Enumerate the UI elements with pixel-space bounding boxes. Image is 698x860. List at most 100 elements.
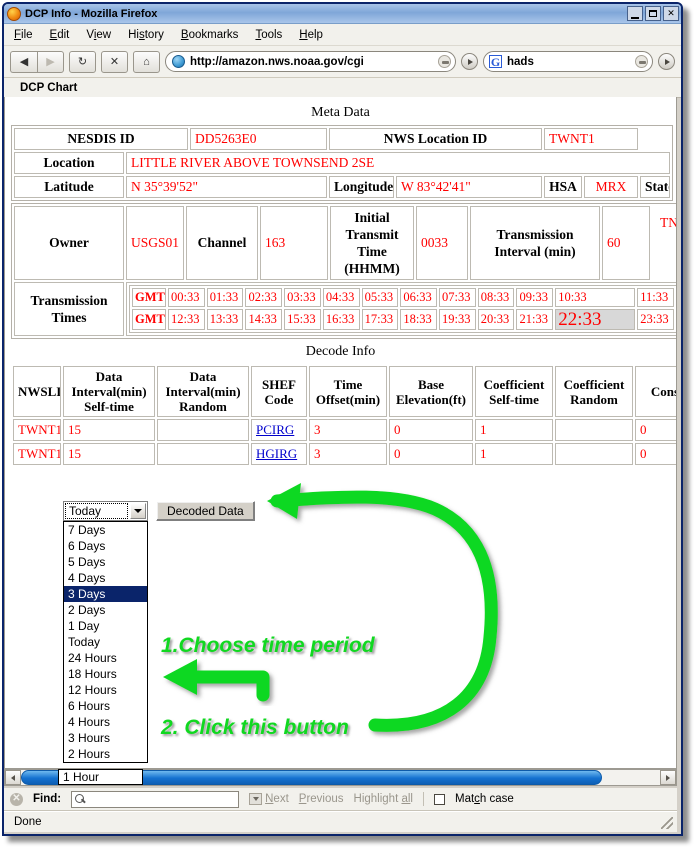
tx-time: 20:33 (477, 309, 515, 330)
dropdown-option[interactable]: 2 Days (64, 602, 147, 618)
longitude-value: W 83°42'41" (396, 176, 543, 198)
close-button[interactable]: ✕ (663, 6, 679, 21)
time-period-dropdown-list[interactable]: 7 Days 6 Days 5 Days 4 Days 3 Days 2 Day… (63, 521, 148, 763)
tx-time: 23:33 (637, 309, 674, 330)
reload-icon[interactable]: ↻ (69, 50, 96, 73)
nesdis-id-value: DD5263E0 (190, 128, 327, 150)
scroll-left-icon[interactable] (5, 770, 21, 785)
search-engine-dropdown-icon[interactable] (635, 55, 648, 68)
menu-item-history[interactable]: History (128, 29, 164, 41)
decoded-data-button[interactable]: Decoded Data (156, 501, 255, 521)
tx-time: 15:33 (284, 309, 321, 330)
tx-time: 07:33 (439, 288, 476, 307)
search-go-button[interactable] (658, 53, 675, 70)
match-case-checkbox[interactable] (433, 793, 445, 805)
tx-time: 03:33 (284, 288, 321, 307)
dropdown-option[interactable]: 24 Hours (64, 650, 147, 666)
dropdown-option[interactable]: 7 Days (64, 522, 147, 538)
dropdown-option[interactable]: 12 Hours (64, 682, 147, 698)
gmt-label: GMT (132, 288, 166, 307)
state-value: TN (660, 215, 677, 230)
bookmark-dcp-chart[interactable]: DCP Chart (20, 82, 77, 94)
latitude-label: Latitude (14, 176, 124, 198)
transmission-interval-value: 60 (602, 206, 650, 280)
go-button[interactable] (461, 53, 478, 70)
shef-link[interactable]: HGIRG (256, 446, 297, 461)
minimize-button[interactable] (627, 6, 643, 21)
chevron-down-icon[interactable] (249, 793, 263, 805)
match-case-label[interactable]: Match case (455, 793, 514, 805)
dropdown-option-last[interactable]: 1 Hour (58, 769, 143, 785)
menu-item-bookmarks[interactable]: Bookmarks (181, 29, 239, 41)
dropdown-option[interactable]: 1 Day (64, 618, 147, 634)
search-bar[interactable]: G hads (483, 51, 653, 72)
hsa-value: MRX (584, 176, 639, 198)
time-period-select[interactable]: Today (63, 501, 148, 521)
status-bar: Done (4, 811, 677, 832)
resize-grip-icon[interactable] (661, 817, 673, 829)
menu-item-tools[interactable]: Tools (255, 29, 282, 41)
decode-info-table: NWSLI Data Interval(min) Self-time Data … (11, 364, 676, 467)
cell-self-time: 15 (63, 419, 155, 441)
dropdown-option[interactable]: 18 Hours (64, 666, 147, 682)
dropdown-option[interactable]: Today (64, 634, 147, 650)
chevron-down-icon[interactable] (130, 503, 146, 519)
tx-time-highlighted: 22:33 (555, 309, 636, 330)
shef-link[interactable]: PCIRG (256, 422, 294, 437)
find-input[interactable] (71, 790, 240, 808)
meta-data-table-lower: Owner USGS01 Channel 163 Initial Transmi… (11, 203, 676, 339)
menu-item-help[interactable]: Help (299, 29, 323, 41)
search-input[interactable]: hads (507, 56, 630, 68)
tx-time: 16:33 (322, 309, 360, 330)
transmission-times-label: Transmission Times (14, 282, 124, 336)
dropdown-option-highlighted[interactable]: 3 Days (64, 586, 147, 602)
location-value: LITTLE RIVER ABOVE TOWNSEND 2SE (126, 152, 671, 174)
dropdown-option[interactable]: 5 Days (64, 554, 147, 570)
scroll-right-icon[interactable] (660, 770, 676, 785)
screenshot-root: DCP Info - Mozilla Firefox ✕ File Edit V… (0, 0, 698, 860)
close-icon[interactable]: ✕ (10, 792, 23, 806)
maximize-button[interactable] (645, 6, 661, 21)
cell-time-offset: 3 (309, 419, 387, 441)
menu-item-view[interactable]: View (86, 29, 111, 41)
channel-label: Channel (186, 206, 258, 280)
back-icon[interactable]: ◀ (10, 50, 37, 73)
cell-shef-code[interactable]: PCIRG (251, 419, 307, 441)
table-row: Transmission Times GMT 00:33 01:33 02:33… (14, 282, 676, 336)
tx-time: 19:33 (439, 309, 476, 330)
big-arrow-to-button (267, 483, 498, 732)
find-next-group[interactable]: Next (249, 793, 289, 805)
cell-random (157, 419, 249, 441)
spacer-cell (640, 128, 670, 150)
home-icon[interactable]: ⌂ (133, 50, 160, 73)
dropdown-option[interactable]: 6 Hours (64, 698, 147, 714)
google-icon: G (489, 54, 502, 69)
menu-bar: File Edit View History Bookmarks Tools H… (4, 24, 681, 46)
menu-item-file[interactable]: File (14, 29, 33, 41)
cell-base-elevation: 0 (389, 419, 473, 441)
forward-icon[interactable]: ▶ (37, 50, 64, 73)
menu-item-edit[interactable]: Edit (50, 29, 70, 41)
table-row: NESDIS ID DD5263E0 NWS Location ID TWNT1 (14, 128, 670, 150)
dropdown-option[interactable]: 6 Days (64, 538, 147, 554)
stop-icon[interactable]: ✕ (101, 50, 128, 73)
cell-shef-code[interactable]: HGIRG (251, 443, 307, 465)
dropdown-option[interactable]: 4 Days (64, 570, 147, 586)
tx-time: 18:33 (400, 309, 438, 330)
initial-transmit-time-label: Initial Transmit Time (HHMM) (330, 206, 414, 280)
page-content: Meta Data NESDIS ID DD5263E0 NWS Locatio… (5, 97, 677, 763)
cell-nwsli: TWNT1 (13, 419, 61, 441)
find-next-button[interactable]: Next (265, 793, 289, 805)
dropdown-option[interactable]: 4 Hours (64, 714, 147, 730)
find-previous-button[interactable]: Previous (299, 793, 344, 805)
bookmarks-toolbar: DCP Chart (4, 78, 681, 98)
bookmark-star-icon[interactable] (438, 55, 451, 68)
dropdown-option[interactable]: 3 Hours (64, 730, 147, 746)
col-header-coefficient-random: Coefficient Random (555, 366, 633, 417)
col-header-data-interval-self: Data Interval(min) Self-time (63, 366, 155, 417)
dropdown-option[interactable]: 2 Hours (64, 746, 147, 762)
highlight-all-button[interactable]: Highlight all (354, 793, 413, 805)
address-bar[interactable]: http://amazon.nws.noaa.gov/cgi (165, 51, 456, 72)
tx-time: 11:33 (637, 288, 674, 307)
longitude-label: Longitude (329, 176, 394, 198)
